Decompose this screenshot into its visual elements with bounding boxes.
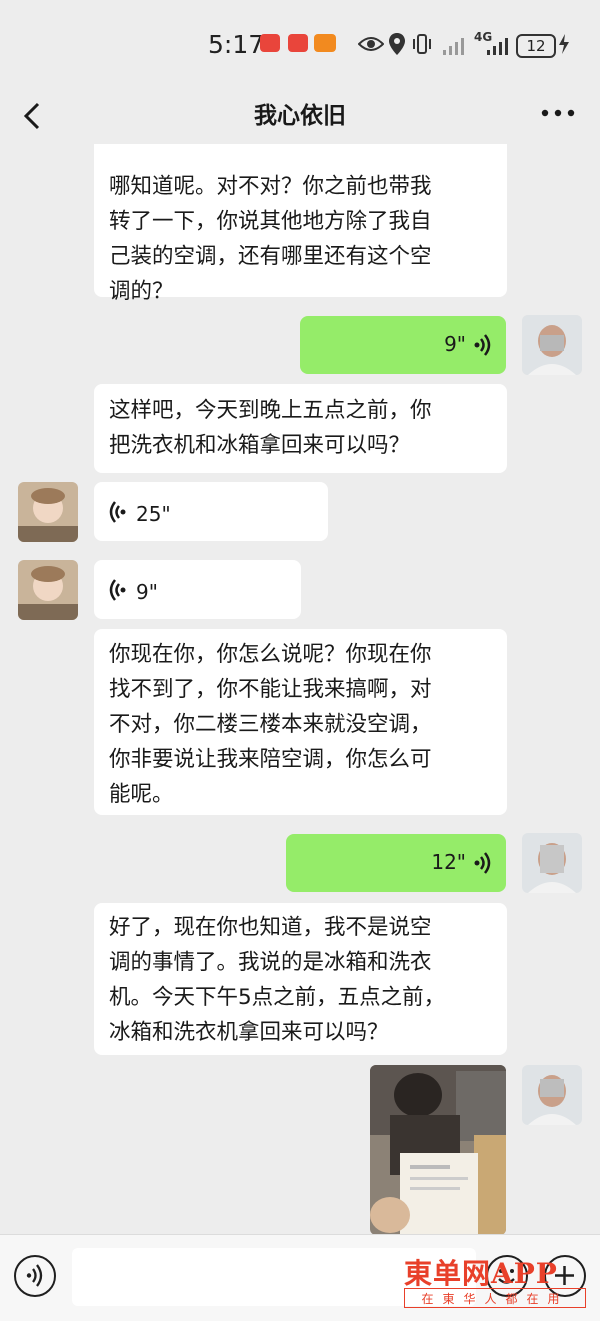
message-line: 转了一下，你说其他地方除了我自: [109, 209, 432, 234]
status-bar: 5:17 4G 12: [0, 0, 600, 88]
notification-app-icon: [260, 34, 280, 52]
battery-level: 12: [516, 34, 556, 58]
avatar-photo: [522, 833, 582, 893]
contact-avatar[interactable]: [18, 560, 78, 620]
message-line: 把洗衣机和冰箱拿回来可以吗？: [109, 433, 411, 458]
location-icon: [389, 33, 405, 55]
notification-app-icon: [314, 34, 336, 52]
message-line: 这样吧，今天到晚上五点之前，你: [109, 398, 432, 423]
message-line: 你非要说让我来陪空调，你怎么可: [109, 747, 432, 772]
incoming-text-message[interactable]: 哪知道呢。对不对？你之前也带我 转了一下，你说其他地方除了我自 己装的空调，还有…: [94, 144, 507, 304]
voice-toggle-icon: [26, 1264, 43, 1287]
message-line: 调的？: [109, 279, 174, 304]
signal-icon: [487, 38, 508, 55]
watermark-title: 東单网APP: [404, 1257, 558, 1290]
chat-header: 我心依旧: [0, 88, 600, 144]
charging-icon: [559, 34, 569, 54]
voice-wave-icon: [109, 579, 126, 601]
message-line: 调的事情了。我说的是冰箱和洗衣: [109, 950, 432, 975]
status-time: 5:17: [208, 30, 265, 59]
my-avatar[interactable]: [522, 833, 582, 893]
my-avatar[interactable]: [522, 1065, 582, 1125]
voice-duration: 25": [136, 502, 171, 526]
incoming-text-message[interactable]: 好了，现在你也知道，我不是说空 调的事情了。我说的是冰箱和洗衣 机。今天下午5点…: [94, 903, 507, 1055]
my-avatar[interactable]: [522, 315, 582, 375]
avatar-photo: [18, 482, 78, 542]
outgoing-image-message[interactable]: [370, 1065, 506, 1234]
watermark-logo: 東单网APP 在東华人都在用: [404, 1252, 590, 1310]
voice-duration: 9": [136, 580, 158, 604]
message-line: 好了，现在你也知道，我不是说空: [109, 915, 432, 940]
incoming-text-message[interactable]: 这样吧，今天到晚上五点之前，你 把洗衣机和冰箱拿回来可以吗？: [94, 384, 507, 473]
contact-avatar[interactable]: [18, 482, 78, 542]
voice-wave-icon: [474, 334, 491, 356]
message-line: 你现在你，你怎么说呢？你现在你: [109, 642, 432, 667]
outgoing-voice-message[interactable]: 9": [300, 316, 506, 374]
voice-wave-icon: [109, 501, 126, 523]
more-dots-icon: [541, 109, 575, 117]
incoming-voice-message[interactable]: 9": [94, 560, 301, 619]
message-line: 能呢。: [109, 782, 174, 807]
notification-app-icon: [288, 34, 308, 52]
voice-duration: 12": [431, 850, 466, 874]
eye-icon: [358, 37, 384, 51]
outgoing-voice-message[interactable]: 12": [286, 834, 506, 892]
message-list[interactable]: 哪知道呢。对不对？你之前也带我 转了一下，你说其他地方除了我自 己装的空调，还有…: [0, 144, 600, 1234]
chat-title: 我心依旧: [254, 103, 346, 129]
more-button[interactable]: [536, 98, 580, 128]
message-line: 哪知道呢。对不对？你之前也带我: [109, 174, 432, 199]
sent-photo: [370, 1065, 506, 1234]
voice-wave-icon: [474, 852, 491, 874]
incoming-text-message[interactable]: 你现在你，你怎么说呢？你现在你 找不到了，你不能让我来搞啊，对 不对，你二楼三楼…: [94, 629, 507, 815]
message-line: 己装的空调，还有哪里还有这个空: [109, 244, 432, 269]
watermark-subtitle: 在東华人都在用: [404, 1288, 586, 1308]
message-line: 冰箱和洗衣机拿回来可以吗？: [109, 1020, 389, 1045]
voice-input-toggle[interactable]: [14, 1255, 56, 1297]
voice-duration: 9": [444, 332, 466, 356]
avatar-photo: [522, 1065, 582, 1125]
signal-icon: [443, 38, 464, 55]
avatar-photo: [522, 315, 582, 375]
message-line: 不对，你二楼三楼本来就没空调，: [109, 712, 432, 737]
message-line-cut: [109, 144, 492, 169]
vibrate-icon: [413, 34, 431, 54]
message-line: 找不到了，你不能让我来搞啊，对: [109, 677, 432, 702]
incoming-voice-message[interactable]: 25": [94, 482, 328, 541]
message-line: 机。今天下午5点之前，五点之前，: [109, 985, 446, 1010]
avatar-photo: [18, 560, 78, 620]
